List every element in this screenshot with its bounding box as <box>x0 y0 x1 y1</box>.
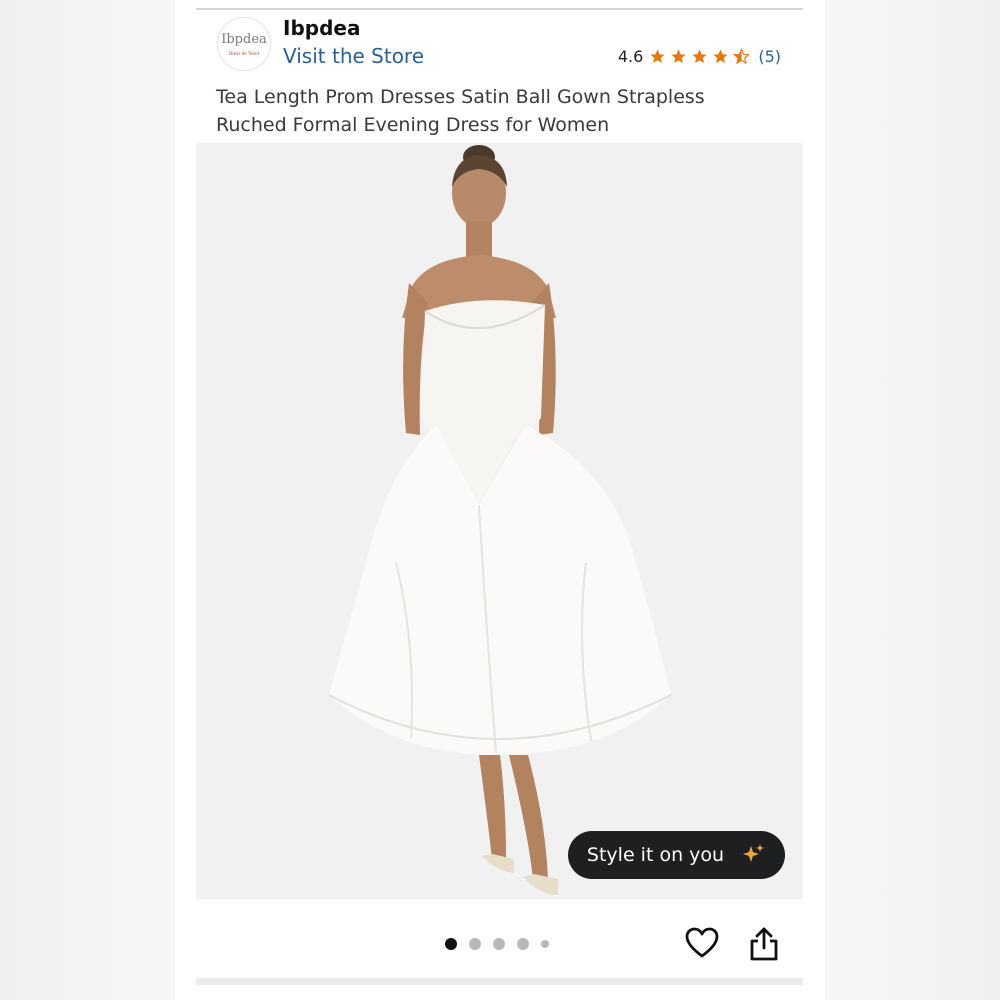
store-logo[interactable]: Ibpdea Dress de Trend <box>217 17 271 71</box>
product-image[interactable]: Style it on you <box>196 143 803 899</box>
heart-icon[interactable] <box>685 927 719 959</box>
product-title: Tea Length Prom Dresses Satin Ball Gown … <box>216 86 705 136</box>
store-logo-text: Ibpdea <box>221 32 267 47</box>
share-icon[interactable] <box>748 926 780 962</box>
sparkle-icon <box>743 844 765 862</box>
star-icon <box>650 49 665 64</box>
carousel-dot-1[interactable] <box>445 938 457 950</box>
store-name: Ibpdea <box>283 16 361 40</box>
carousel-dot-3[interactable] <box>493 938 505 950</box>
rating-value: 4.6 <box>617 47 644 66</box>
star-half-icon <box>733 48 751 65</box>
store-logo-tagline: Dress de Trend <box>229 51 259 56</box>
style-it-on-you-label: Style it on you <box>586 844 725 866</box>
bottom-divider <box>196 978 803 985</box>
product-page: Ibpdea Dress de Trend Ibpdea Visit the S… <box>175 0 825 1000</box>
star-icon <box>671 49 686 64</box>
image-carousel-indicator <box>445 938 549 950</box>
carousel-dot-4[interactable] <box>517 938 529 950</box>
carousel-dot-2[interactable] <box>469 938 481 950</box>
dress-model-illustration <box>328 145 672 895</box>
style-it-on-you-button[interactable]: Style it on you <box>568 831 785 879</box>
top-divider <box>196 8 803 10</box>
background-left <box>0 0 175 1000</box>
star-icon <box>713 49 728 64</box>
rating-summary[interactable]: 4.6 (5) <box>618 47 781 66</box>
background-right <box>825 0 1000 1000</box>
carousel-dot-5[interactable] <box>541 940 549 948</box>
rating-count[interactable]: (5) <box>758 47 781 66</box>
visit-store-link[interactable]: Visit the Store <box>283 44 424 68</box>
star-icon <box>692 49 707 64</box>
